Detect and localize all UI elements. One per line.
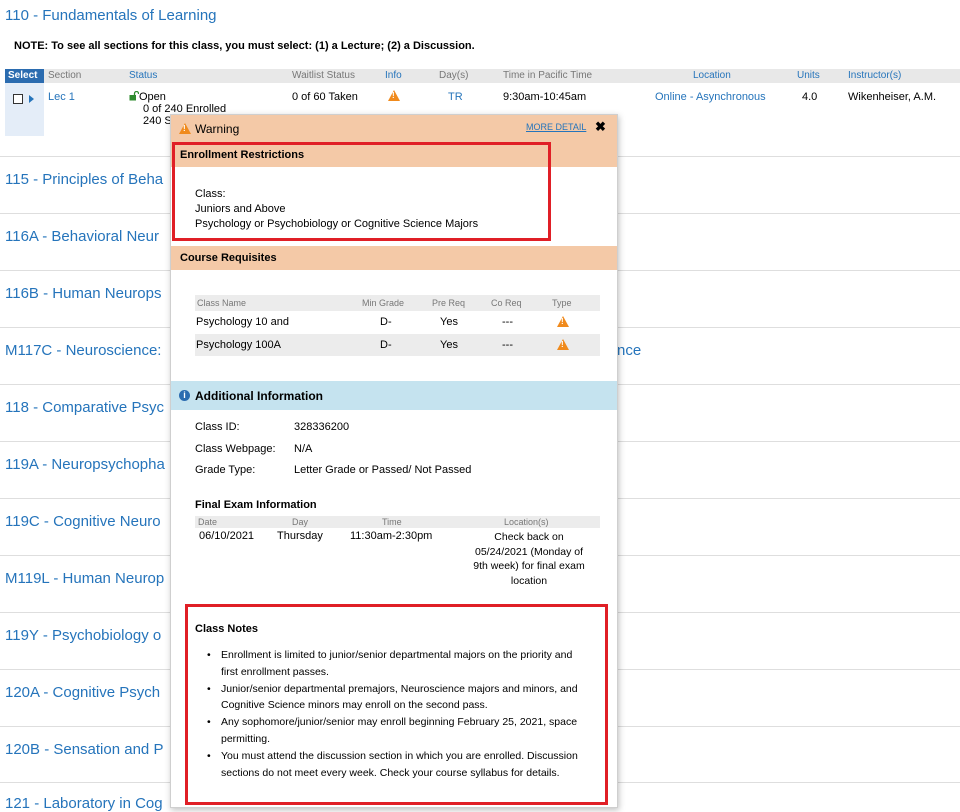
course-title-tail[interactable]: nce bbox=[617, 342, 641, 359]
course-title[interactable]: 120A - Cognitive Psych bbox=[5, 684, 160, 701]
course-title[interactable]: 116A - Behavioral Neur bbox=[5, 228, 159, 245]
fe-location-line: location bbox=[510, 574, 548, 587]
course-title[interactable]: 119Y - Psychobiology o bbox=[5, 627, 161, 644]
req-class-name: Psychology 10 and bbox=[196, 316, 289, 328]
requisite-row: Psychology 100A D- Yes --- bbox=[195, 334, 600, 356]
warning-icon bbox=[179, 123, 191, 134]
fe-date: 06/10/2021 bbox=[199, 530, 255, 542]
req-min-grade-header: Min Grade bbox=[362, 298, 405, 308]
grade-type-value: Letter Grade or Passed/ Not Passed bbox=[294, 464, 472, 476]
class-webpage-value: N/A bbox=[294, 443, 313, 455]
status-header[interactable]: Status bbox=[129, 70, 157, 81]
additional-information-title: Additional Information bbox=[195, 389, 323, 403]
grade-type-label: Grade Type: bbox=[195, 464, 256, 476]
info-icon: i bbox=[179, 390, 190, 401]
section-link[interactable]: Lec 1 bbox=[48, 91, 75, 103]
fe-location-line: 9th week) for final exam bbox=[473, 560, 585, 572]
days-link[interactable]: TR bbox=[448, 91, 463, 103]
fe-time: 11:30am-2:30pm bbox=[350, 530, 433, 542]
select-checkbox[interactable] bbox=[13, 94, 23, 104]
req-pre-req: Yes bbox=[440, 339, 458, 351]
course-title[interactable]: M119L - Human Neurop bbox=[5, 570, 164, 587]
warning-icon bbox=[557, 339, 569, 350]
fe-location: Check back on 05/24/2021 (Monday of 9th … bbox=[429, 530, 629, 588]
req-pre-req: Yes bbox=[440, 316, 458, 328]
fe-location-header: Location(s) bbox=[504, 517, 549, 527]
course-title[interactable]: 119A - Neuropsychopha bbox=[5, 456, 165, 473]
sections-note: NOTE: To see all sections for this class… bbox=[14, 40, 475, 52]
section-header: Section bbox=[48, 70, 82, 81]
more-detail-link[interactable]: MORE DETAIL bbox=[526, 122, 586, 132]
units-value: 4.0 bbox=[802, 91, 818, 103]
units-header[interactable]: Units bbox=[797, 70, 820, 81]
fe-date-header: Date bbox=[198, 517, 218, 527]
waitlist-header: Waitlist Status bbox=[292, 70, 355, 81]
class-id-value: 328336200 bbox=[294, 421, 350, 433]
course-title-110[interactable]: 110 - Fundamentals of Learning bbox=[5, 7, 217, 24]
location-link[interactable]: Online - Asynchronous bbox=[655, 91, 766, 103]
course-title[interactable]: 118 - Comparative Psyc bbox=[5, 399, 164, 416]
fe-time-header: Time bbox=[382, 517, 402, 527]
fe-day: Thursday bbox=[277, 530, 323, 542]
additional-information-header: i Additional Information bbox=[171, 381, 617, 410]
class-notes-highlight-box bbox=[185, 604, 608, 805]
expand-arrow-icon[interactable] bbox=[29, 95, 34, 103]
time-value: 9:30am-10:45am bbox=[503, 91, 587, 103]
req-class-name: Psychology 100A bbox=[196, 339, 281, 351]
req-min-grade: D- bbox=[380, 316, 392, 328]
class-id-label: Class ID: bbox=[195, 421, 240, 433]
instructor-value: Wikenheiser, A.M. bbox=[848, 91, 937, 103]
final-exam-table-header: Date Day Time Location(s) bbox=[195, 516, 600, 528]
location-header[interactable]: Location bbox=[693, 70, 731, 81]
unlock-icon bbox=[129, 90, 140, 101]
class-webpage-label: Class Webpage: bbox=[195, 443, 276, 455]
waitlist-value: 0 of 60 Taken bbox=[292, 91, 358, 103]
course-title[interactable]: 116B - Human Neurops bbox=[5, 285, 161, 302]
req-type-header: Type bbox=[552, 298, 572, 308]
fe-location-line: 05/24/2021 (Monday of bbox=[475, 545, 583, 558]
requisite-row: Psychology 10 and D- Yes --- bbox=[195, 311, 600, 333]
time-header: Time in Pacific Time bbox=[503, 70, 593, 81]
instructor-header[interactable]: Instructor(s) bbox=[848, 70, 901, 81]
fe-location-line: Check back on bbox=[494, 531, 564, 543]
fe-day-header: Day bbox=[292, 517, 309, 527]
course-requisites-title: Course Requisites bbox=[180, 252, 277, 264]
course-title[interactable]: 120B - Sensation and P bbox=[5, 741, 163, 758]
select-header: Select bbox=[5, 69, 44, 83]
restrictions-highlight-box bbox=[172, 142, 551, 241]
course-title[interactable]: M117C - Neuroscience: bbox=[5, 342, 161, 359]
req-class-name-header: Class Name bbox=[197, 298, 247, 308]
status-open: Open bbox=[139, 91, 166, 103]
warning-icon bbox=[557, 316, 569, 327]
req-pre-req-header: Pre Req bbox=[432, 298, 466, 308]
final-exam-title: Final Exam Information bbox=[195, 499, 317, 511]
warning-header: Warning MORE DETAIL ✖ bbox=[171, 115, 617, 143]
course-title[interactable]: 121 - Laboratory in Cog bbox=[5, 795, 163, 812]
select-cell bbox=[5, 83, 44, 136]
req-co-req: --- bbox=[502, 316, 513, 328]
warning-icon[interactable] bbox=[388, 90, 400, 101]
close-icon[interactable]: ✖ bbox=[595, 119, 606, 135]
course-title[interactable]: 115 - Principles of Beha bbox=[5, 171, 163, 188]
requisites-table-header: Class Name Min Grade Pre Req Co Req Type bbox=[195, 295, 600, 311]
days-header: Day(s) bbox=[439, 70, 469, 81]
warning-title: Warning bbox=[195, 122, 240, 136]
req-co-req: --- bbox=[502, 339, 513, 351]
info-header[interactable]: Info bbox=[385, 70, 402, 81]
course-requisites-header: Course Requisites bbox=[171, 246, 617, 270]
req-co-req-header: Co Req bbox=[491, 298, 522, 308]
req-min-grade: D- bbox=[380, 339, 392, 351]
course-title[interactable]: 119C - Cognitive Neuro bbox=[5, 513, 161, 530]
sections-table-header: Select Section Status Waitlist Status In… bbox=[5, 69, 960, 83]
